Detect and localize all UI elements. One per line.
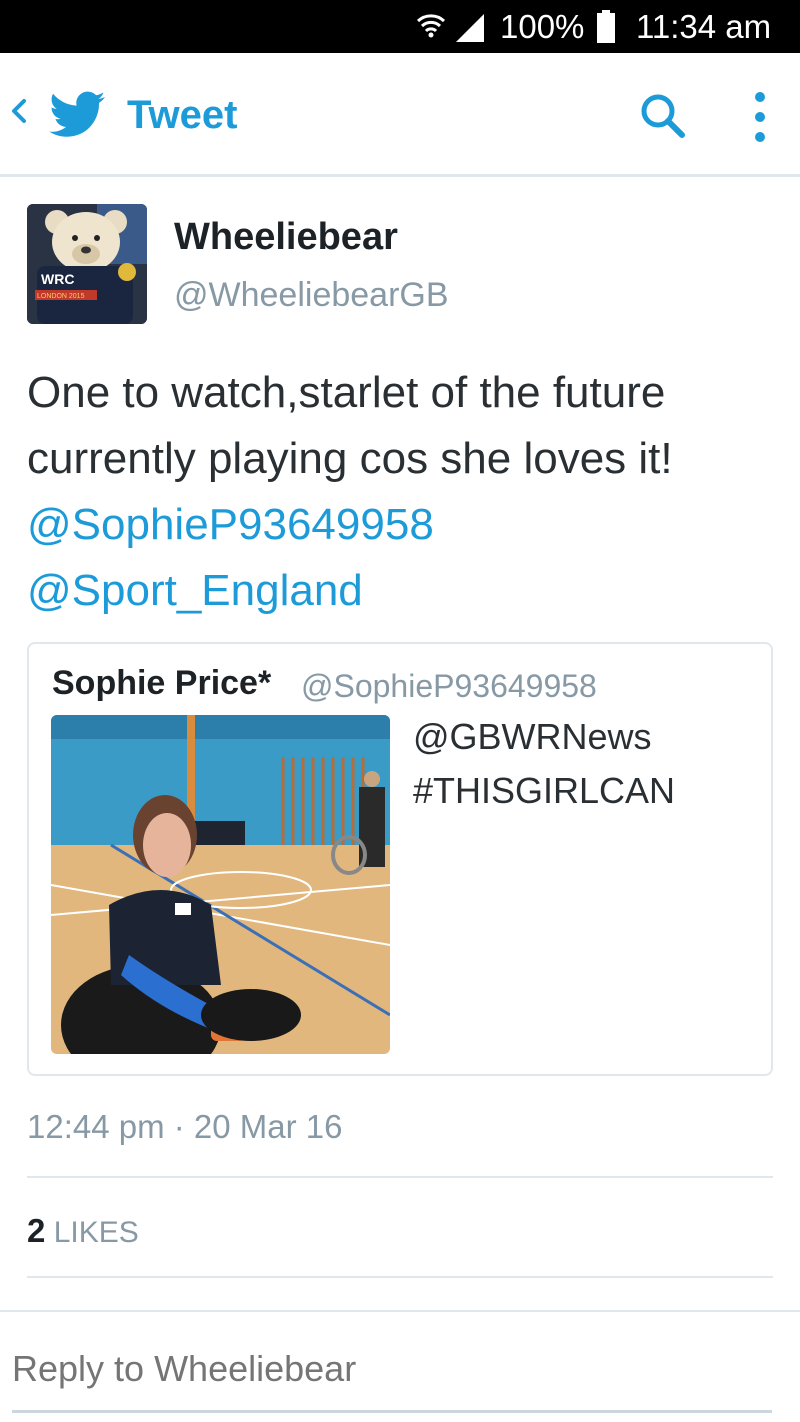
reply-input[interactable] — [12, 1348, 772, 1390]
divider — [27, 1276, 773, 1278]
reply-underline — [12, 1410, 772, 1413]
app-header: Tweet — [0, 53, 800, 177]
avatar-sub-text: LONDON 2015 — [37, 293, 85, 300]
avatar[interactable]: WRC LONDON 2015 — [27, 204, 147, 324]
mention-link[interactable]: @Sport_England — [27, 558, 787, 624]
quoted-tweet-image[interactable] — [51, 715, 390, 1054]
teddy-bear-avatar-image: WRC LONDON 2015 — [27, 204, 147, 324]
author-handle[interactable]: @WheeliebearGB — [174, 276, 449, 315]
tweet-timestamp: 12:44 pm · 20 Mar 16 — [27, 1108, 343, 1145]
divider — [27, 1176, 773, 1178]
quoted-tweet-text: @GBWRNews #THISGIRLCAN — [413, 710, 675, 818]
status-clock: 11:34 am — [636, 8, 772, 45]
tweet-text: One to watch,starlet of the future curre… — [27, 360, 787, 624]
likes-number: 2 — [27, 1212, 46, 1249]
status-bar: 100% 11:34 am — [0, 0, 800, 53]
likes-count[interactable]: 2 LIKES — [27, 1212, 139, 1250]
battery-icon — [597, 10, 615, 43]
twitter-bird-icon[interactable] — [48, 91, 106, 139]
quoted-tweet-card[interactable]: Sophie Price* @SophieP93649958 @GBWRNews… — [27, 642, 773, 1076]
mention-link[interactable]: @SophieP93649958 — [27, 492, 787, 558]
quoted-hashtag[interactable]: #THISGIRLCAN — [413, 764, 675, 818]
more-vertical-icon[interactable] — [745, 91, 775, 143]
wifi-icon — [416, 14, 446, 38]
search-icon[interactable] — [638, 91, 686, 139]
tweet-text-line: currently playing cos she loves it! — [27, 434, 673, 483]
battery-percent: 100% — [500, 8, 585, 45]
likes-label: LIKES — [53, 1216, 139, 1249]
tweet-text-line: One to watch,starlet of the future — [27, 368, 666, 417]
author-name[interactable]: Wheeliebear — [174, 216, 398, 259]
chevron-left-icon[interactable] — [10, 97, 28, 125]
reply-bar — [0, 1310, 800, 1422]
quoted-mention[interactable]: @GBWRNews — [413, 710, 675, 764]
quoted-author-handle: @SophieP93649958 — [301, 668, 597, 704]
page-title: Tweet — [127, 93, 238, 137]
quoted-author-name: Sophie Price* — [52, 664, 272, 702]
avatar-badge-text: WRC — [41, 271, 74, 287]
signal-icon — [456, 14, 484, 42]
